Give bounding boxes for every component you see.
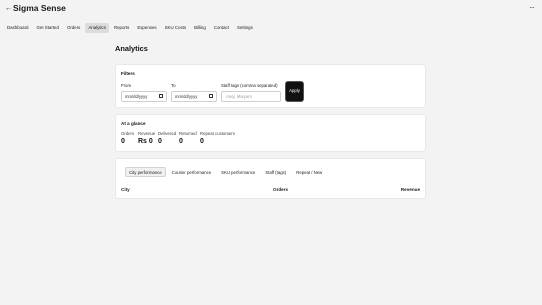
- tab-city-performance[interactable]: City performance: [125, 167, 166, 177]
- glance-title: At a glance: [121, 121, 146, 126]
- metric-value-orders: 0: [121, 138, 125, 145]
- nav-item-orders[interactable]: Orders: [64, 23, 83, 33]
- to-date-value: mm/dd/yyyy: [175, 94, 198, 99]
- more-menu-icon[interactable]: ···: [529, 3, 535, 13]
- tab-sku-performance[interactable]: SKU performance: [217, 167, 259, 177]
- metric-label-revenue: Revenue: [138, 131, 156, 136]
- tab-courier-performance[interactable]: Courier performance: [168, 167, 215, 177]
- filters-title: Filters: [121, 71, 135, 76]
- to-label: To: [171, 83, 176, 88]
- filters-card: Filters From mm/dd/yyyy To mm/dd/yyyy St…: [115, 64, 426, 108]
- tab-staff-tags[interactable]: Staff (tags): [261, 167, 290, 177]
- back-arrow-icon[interactable]: ←: [5, 4, 12, 14]
- metric-value-revenue: Rs 0: [138, 138, 153, 145]
- nav-item-get-started[interactable]: Get Started: [33, 23, 61, 33]
- nav-item-expenses[interactable]: Expenses: [134, 23, 159, 33]
- calendar-icon[interactable]: [209, 94, 213, 98]
- metric-label-delivered: Delivered: [158, 131, 177, 136]
- page-title: Analytics: [115, 44, 148, 53]
- staff-tags-input[interactable]: Anoj, Maryam: [221, 91, 281, 102]
- nav-item-billing[interactable]: Billing: [191, 23, 209, 33]
- at-a-glance-card: At a glance Orders 0 Revenue Rs 0 Delive…: [115, 114, 426, 152]
- metric-label-repeat-customers: Repeat customers: [200, 131, 235, 136]
- column-header-orders[interactable]: Orders: [273, 187, 288, 192]
- nav-item-contact[interactable]: Contact: [211, 23, 232, 33]
- performance-card: City performance Courier performance SKU…: [115, 158, 426, 199]
- column-header-city[interactable]: City: [121, 187, 130, 192]
- top-bar: ← Sigma Sense ···: [0, 0, 542, 20]
- from-label: From: [121, 83, 132, 88]
- column-header-revenue[interactable]: Revenue: [401, 187, 420, 192]
- tab-repeat-new[interactable]: Repeat / New: [292, 167, 326, 177]
- staff-tags-label: Staff tags (comma separated): [221, 83, 278, 88]
- main-nav: Dashboard Get Started Orders Analytics R…: [4, 23, 256, 33]
- metric-value-repeat-customers: 0: [200, 138, 204, 145]
- metric-value-returned: 0: [179, 138, 183, 145]
- from-date-value: mm/dd/yyyy: [125, 94, 148, 99]
- nav-item-analytics[interactable]: Analytics: [85, 23, 109, 33]
- apply-button[interactable]: Apply: [285, 81, 304, 102]
- calendar-icon[interactable]: [159, 94, 163, 98]
- nav-item-reports[interactable]: Reports: [111, 23, 132, 33]
- to-date-input[interactable]: mm/dd/yyyy: [171, 91, 217, 102]
- nav-item-settings[interactable]: Settings: [234, 23, 256, 33]
- performance-tabs: City performance Courier performance SKU…: [125, 167, 326, 177]
- metric-value-delivered: 0: [158, 138, 162, 145]
- metric-label-returned: Returned: [179, 131, 197, 136]
- app-title: Sigma Sense: [13, 3, 66, 13]
- metric-label-orders: Orders: [121, 131, 135, 136]
- nav-item-sku-costs[interactable]: SKU Costs: [162, 23, 189, 33]
- from-date-input[interactable]: mm/dd/yyyy: [121, 91, 167, 102]
- nav-item-dashboard[interactable]: Dashboard: [4, 23, 31, 33]
